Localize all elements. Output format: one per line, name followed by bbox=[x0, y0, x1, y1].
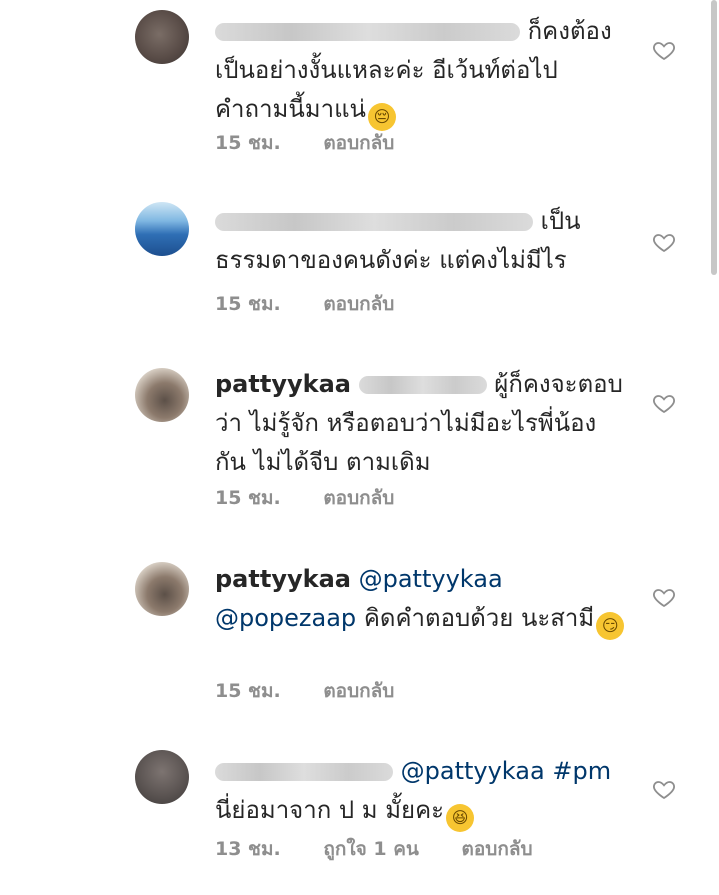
reply-button[interactable]: ตอบกลับ bbox=[323, 680, 394, 702]
comment-text: pattyykaa @pattyykaa @popezaap คิดคำตอบด… bbox=[215, 560, 625, 640]
avatar[interactable] bbox=[135, 368, 189, 422]
timestamp: 15 ชม. bbox=[215, 132, 281, 154]
timestamp: 15 ชม. bbox=[215, 293, 281, 315]
timestamp: 15 ชม. bbox=[215, 487, 281, 509]
heart-outline-icon[interactable] bbox=[652, 230, 676, 254]
avatar[interactable] bbox=[135, 562, 189, 616]
blurred-username bbox=[215, 763, 393, 781]
comment-meta: 15 ชม. ตอบกลับ bbox=[215, 128, 430, 158]
comment-text: @pattyykaa #pm นี่ย่อมาจาก ป ม มั้ยคะ 😆 bbox=[215, 752, 625, 832]
avatar[interactable] bbox=[135, 750, 189, 804]
timestamp: 13 ชม. bbox=[215, 838, 281, 860]
heart-outline-icon[interactable] bbox=[652, 38, 676, 62]
comment-meta: 15 ชม. ตอบกลับ bbox=[215, 483, 430, 513]
laughing-emoji-icon: 😆 bbox=[446, 804, 475, 832]
reply-button[interactable]: ตอบกลับ bbox=[323, 132, 394, 154]
comment-body: นี่ย่อมาจาก ป ม มั้ยคะ bbox=[215, 796, 445, 824]
blurred-username bbox=[215, 213, 533, 231]
reply-button[interactable]: ตอบกลับ bbox=[323, 293, 394, 315]
hashtag-link[interactable]: #pm bbox=[552, 757, 611, 785]
comment-text: ก็คงต้อง เป็นอย่างงั้นแหละค่ะ อีเว้นท์ต่… bbox=[215, 12, 625, 131]
scrollbar[interactable] bbox=[711, 0, 717, 275]
pensive-emoji-icon: 😔 bbox=[367, 103, 396, 131]
avatar[interactable] bbox=[135, 202, 189, 256]
heart-outline-icon[interactable] bbox=[652, 585, 676, 609]
likes-count[interactable]: ถูกใจ 1 คน bbox=[323, 838, 419, 860]
heart-outline-icon[interactable] bbox=[652, 391, 676, 415]
comment-meta: 15 ชม. ตอบกลับ bbox=[215, 676, 430, 706]
timestamp: 15 ชม. bbox=[215, 680, 281, 702]
avatar[interactable] bbox=[135, 10, 189, 64]
reply-button[interactable]: ตอบกลับ bbox=[323, 487, 394, 509]
blurred-mention bbox=[358, 376, 487, 394]
comment-text: pattyykaa ผู้ก็คงจะตอบ ว่า ไม่รู้จัก หรื… bbox=[215, 365, 625, 482]
username[interactable]: pattyykaa bbox=[215, 565, 351, 593]
mention-link[interactable]: @popezaap bbox=[215, 604, 356, 632]
mention-link[interactable]: @pattyykaa bbox=[401, 757, 545, 785]
comment-text: เป็น ธรรมดาของคนดังค่ะ แต่คงไม่มีไร bbox=[215, 202, 625, 280]
comment-body: คิดคำตอบด้วย นะสามี bbox=[363, 604, 595, 632]
comment-meta: 13 ชม. ถูกใจ 1 คน ตอบกลับ bbox=[215, 834, 569, 864]
reply-button[interactable]: ตอบกลับ bbox=[462, 838, 533, 860]
blurred-username bbox=[215, 23, 520, 41]
mention-link[interactable]: @pattyykaa bbox=[359, 565, 503, 593]
heart-outline-icon[interactable] bbox=[652, 777, 676, 801]
comment-meta: 15 ชม. ตอบกลับ bbox=[215, 289, 430, 319]
username[interactable]: pattyykaa bbox=[215, 370, 351, 398]
smirk-emoji-icon: 😏 bbox=[596, 612, 625, 640]
